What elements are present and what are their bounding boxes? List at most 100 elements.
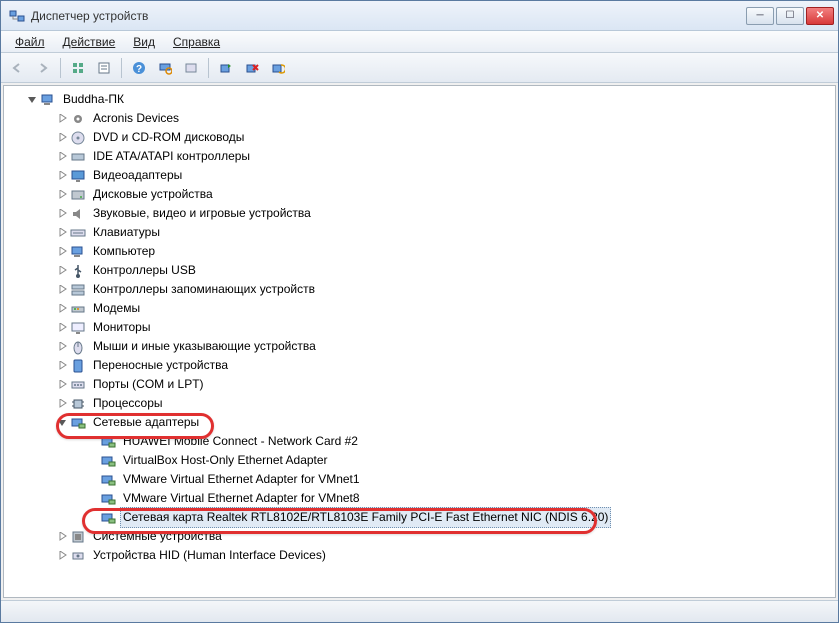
toolbar-scan-icon[interactable] [153,56,177,80]
toolbar-uninstall-icon[interactable] [240,56,264,80]
toolbar-show-hidden-icon[interactable] [179,56,203,80]
category-label: Звуковые, видео и игровые устройства [90,203,314,224]
tree-category[interactable]: Мыши и иные указывающие устройства [8,337,835,356]
tree-category[interactable]: IDE ATA/ATAPI контроллеры [8,147,835,166]
device-label: VMware Virtual Ethernet Adapter for VMne… [120,488,363,509]
display-icon [70,168,86,184]
tree-device[interactable]: VMware Virtual Ethernet Adapter for VMne… [8,470,835,489]
port-icon [70,377,86,393]
device-manager-window: Диспетчер устройств ─ ☐ ✕ Файл Действие … [0,0,839,623]
category-label: DVD и CD-ROM дисководы [90,127,247,148]
no-expand [86,455,98,467]
portable-icon [70,358,86,374]
expand-icon[interactable] [56,227,68,239]
expand-icon[interactable] [56,265,68,277]
forward-button [31,56,55,80]
expand-icon[interactable] [56,113,68,125]
expand-icon[interactable] [26,94,38,106]
tree-category[interactable]: Модемы [8,299,835,318]
tree-category[interactable]: Порты (COM и LPT) [8,375,835,394]
toolbar-refresh-icon[interactable] [266,56,290,80]
tree-category[interactable]: Контроллеры USB [8,261,835,280]
tree-category[interactable]: Дисковые устройства [8,185,835,204]
tree-panel[interactable]: Buddha-ПКAcronis DevicesDVD и CD-ROM дис… [3,85,836,598]
tree-category[interactable]: Клавиатуры [8,223,835,242]
toolbar: ? [1,53,838,83]
expand-icon[interactable] [56,531,68,543]
disc-icon [70,130,86,146]
toolbar-separator [208,58,209,78]
sound-icon [70,206,86,222]
category-label: Видеоадаптеры [90,165,185,186]
expand-icon[interactable] [56,132,68,144]
tree-category[interactable]: Процессоры [8,394,835,413]
menu-file[interactable]: Файл [7,33,53,51]
device-label: VMware Virtual Ethernet Adapter for VMne… [120,469,363,490]
tree-device[interactable]: VirtualBox Host-Only Ethernet Adapter [8,451,835,470]
maximize-button[interactable]: ☐ [776,7,804,25]
tree-category[interactable]: DVD и CD-ROM дисководы [8,128,835,147]
computer-icon [70,244,86,260]
expand-icon[interactable] [56,246,68,258]
category-label: Мониторы [90,317,153,338]
tree-category[interactable]: Переносные устройства [8,356,835,375]
expand-icon[interactable] [56,170,68,182]
collapse-icon[interactable] [56,417,68,429]
expand-icon[interactable] [56,284,68,296]
tree-category[interactable]: Звуковые, видео и игровые устройства [8,204,835,223]
minimize-button[interactable]: ─ [746,7,774,25]
menu-view[interactable]: Вид [125,33,163,51]
tree-category[interactable]: Устройства HID (Human Interface Devices) [8,546,835,565]
tree-category[interactable]: Контроллеры запоминающих устройств [8,280,835,299]
tree-category[interactable]: Acronis Devices [8,109,835,128]
toolbar-grid-icon[interactable] [66,56,90,80]
gear-icon [70,111,86,127]
expand-icon[interactable] [56,189,68,201]
system-icon [70,529,86,545]
hid-icon [70,548,86,564]
expand-icon[interactable] [56,341,68,353]
category-label: Клавиатуры [90,222,163,243]
toolbar-separator [121,58,122,78]
category-label: Компьютер [90,241,158,262]
keyboard-icon [70,225,86,241]
tree-device[interactable]: HUAWEI Mobile Connect - Network Card #2 [8,432,835,451]
category-label: Сетевые адаптеры [90,412,202,433]
close-button[interactable]: ✕ [806,7,834,25]
tree-category[interactable]: Мониторы [8,318,835,337]
expand-icon[interactable] [56,550,68,562]
no-expand [86,493,98,505]
category-label: IDE ATA/ATAPI контроллеры [90,146,253,167]
expand-icon[interactable] [56,398,68,410]
menu-help[interactable]: Справка [165,33,228,51]
category-label: Контроллеры запоминающих устройств [90,279,318,300]
usb-icon [70,263,86,279]
app-icon [9,8,25,24]
back-button [5,56,29,80]
disk-icon [70,187,86,203]
category-label: Контроллеры USB [90,260,199,281]
expand-icon[interactable] [56,322,68,334]
menu-action[interactable]: Действие [55,33,124,51]
category-label: Мыши и иные указывающие устройства [90,336,319,357]
toolbar-update-icon[interactable] [214,56,238,80]
toolbar-properties-icon[interactable] [92,56,116,80]
network-adapter-icon [100,491,116,507]
tree-device[interactable]: Сетевая карта Realtek RTL8102E/RTL8103E … [8,508,835,527]
ide-icon [70,149,86,165]
expand-icon[interactable] [56,151,68,163]
expand-icon[interactable] [56,303,68,315]
tree-category[interactable]: Видеоадаптеры [8,166,835,185]
toolbar-help-icon[interactable]: ? [127,56,151,80]
tree-category[interactable]: Системные устройства [8,527,835,546]
menubar: Файл Действие Вид Справка [1,31,838,53]
expand-icon[interactable] [56,360,68,372]
tree-device[interactable]: VMware Virtual Ethernet Adapter for VMne… [8,489,835,508]
expand-icon[interactable] [56,379,68,391]
category-label: Порты (COM и LPT) [90,374,207,395]
mouse-icon [70,339,86,355]
tree-root[interactable]: Buddha-ПК [8,90,835,109]
expand-icon[interactable] [56,208,68,220]
tree-category-network[interactable]: Сетевые адаптеры [8,413,835,432]
tree-category[interactable]: Компьютер [8,242,835,261]
